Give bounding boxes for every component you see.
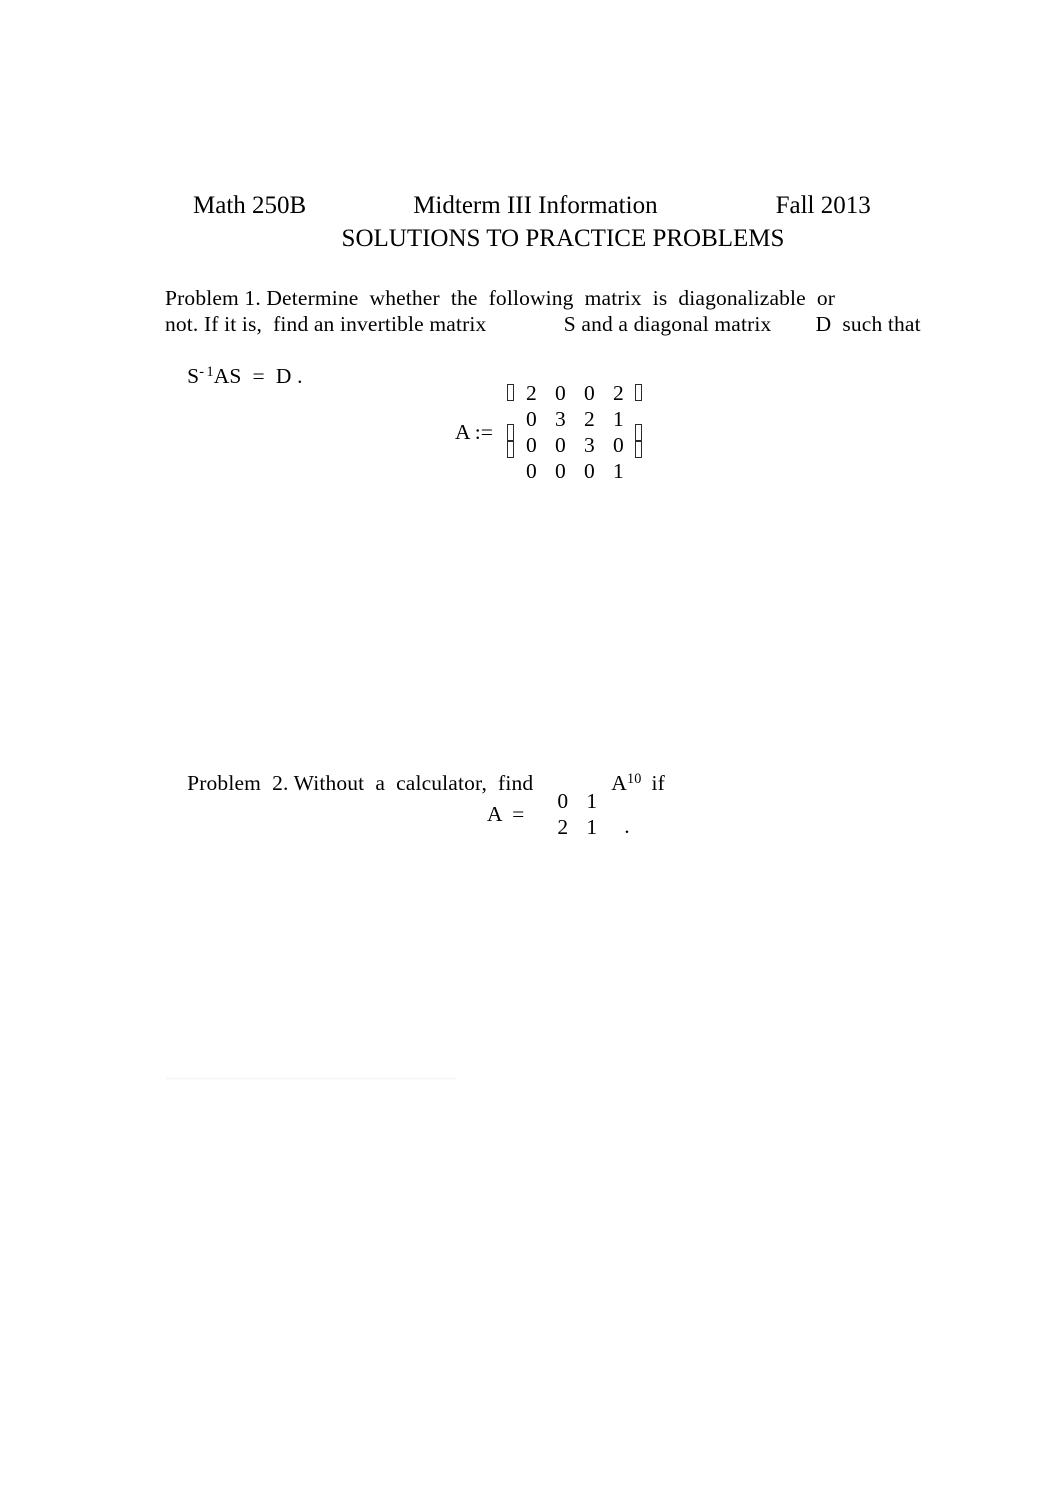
problem-1-text-line-3: S-1AS = D .	[165, 337, 303, 415]
problem-1-matrix-symbol-S: S	[187, 364, 200, 388]
problem-1-text-line-1: Problem 1. Determine whether the followi…	[165, 286, 836, 310]
document-subtitle: SOLUTIONS TO PRACTICE PROBLEMS	[341, 225, 785, 252]
matrix-cell: 1	[586, 815, 598, 839]
matrix-cell: 0	[525, 433, 537, 457]
matrix-cell: 0	[583, 381, 595, 405]
problem-2-matrix-period: .	[624, 814, 630, 838]
problem-2-expression-exponent: 10	[626, 771, 642, 788]
problem-1-matrix-grid: 2 0 0 2 0 3 2 1 0 0 3 0 0 0 0 1	[517, 380, 633, 484]
document-header: Math 250B Midterm III Information Fall 2…	[165, 191, 925, 221]
document-page: Math 250B Midterm III Information Fall 2…	[0, 0, 1062, 1504]
matrix-cell: 1	[612, 407, 624, 431]
matrix-cell: 2	[583, 407, 595, 431]
problem-1-equation-tail: AS = D .	[213, 364, 303, 388]
matrix-cell: 2	[612, 381, 624, 405]
matrix-cell: 0	[525, 459, 537, 483]
matrix-left-bracket-glyph	[506, 380, 517, 484]
matrix-cell: 3	[554, 407, 566, 431]
matrix-cell: 0	[525, 407, 537, 431]
matrix-cell: 1	[586, 789, 598, 813]
header-exam-title: Midterm III Information	[413, 192, 658, 219]
header-course-code: Math 250B	[193, 192, 307, 219]
matrix-cell: 0	[557, 789, 569, 813]
problem-2-matrix: A = 0 1 2 1 .	[487, 788, 630, 840]
problem-1-text-line-2: not. If it is, find an invertible matrix…	[165, 312, 921, 336]
matrix-cell: 0	[612, 433, 624, 457]
matrix-cell: 3	[583, 433, 595, 457]
problem-1-matrix-label: A :=	[455, 419, 493, 444]
matrix-cell: 0	[554, 459, 566, 483]
problem-2-matrix-label: A =	[487, 801, 525, 826]
problem-2-matrix-grid: 0 1 2 1	[548, 788, 606, 840]
problem-2-expression-tail: if	[651, 771, 665, 795]
problem-1-exponent-one: 1	[206, 364, 214, 381]
matrix-cell: 0	[554, 433, 566, 457]
problem-2-prompt: Problem 2. Without a calculator, find	[187, 771, 534, 795]
matrix-cell: 1	[612, 459, 624, 483]
matrix-cell: 2	[525, 381, 537, 405]
matrix-cell: 0	[554, 381, 566, 405]
matrix-cell: 2	[557, 815, 569, 839]
scan-artifact-line	[166, 1077, 456, 1080]
header-term: Fall 2013	[775, 192, 871, 219]
matrix-cell: 0	[583, 459, 595, 483]
problem-1-matrix: A := 2 0 0 2 0 3 2 1 0 0 3 0 0 0 0 1	[455, 380, 644, 484]
matrix-right-bracket-glyph	[633, 380, 644, 484]
